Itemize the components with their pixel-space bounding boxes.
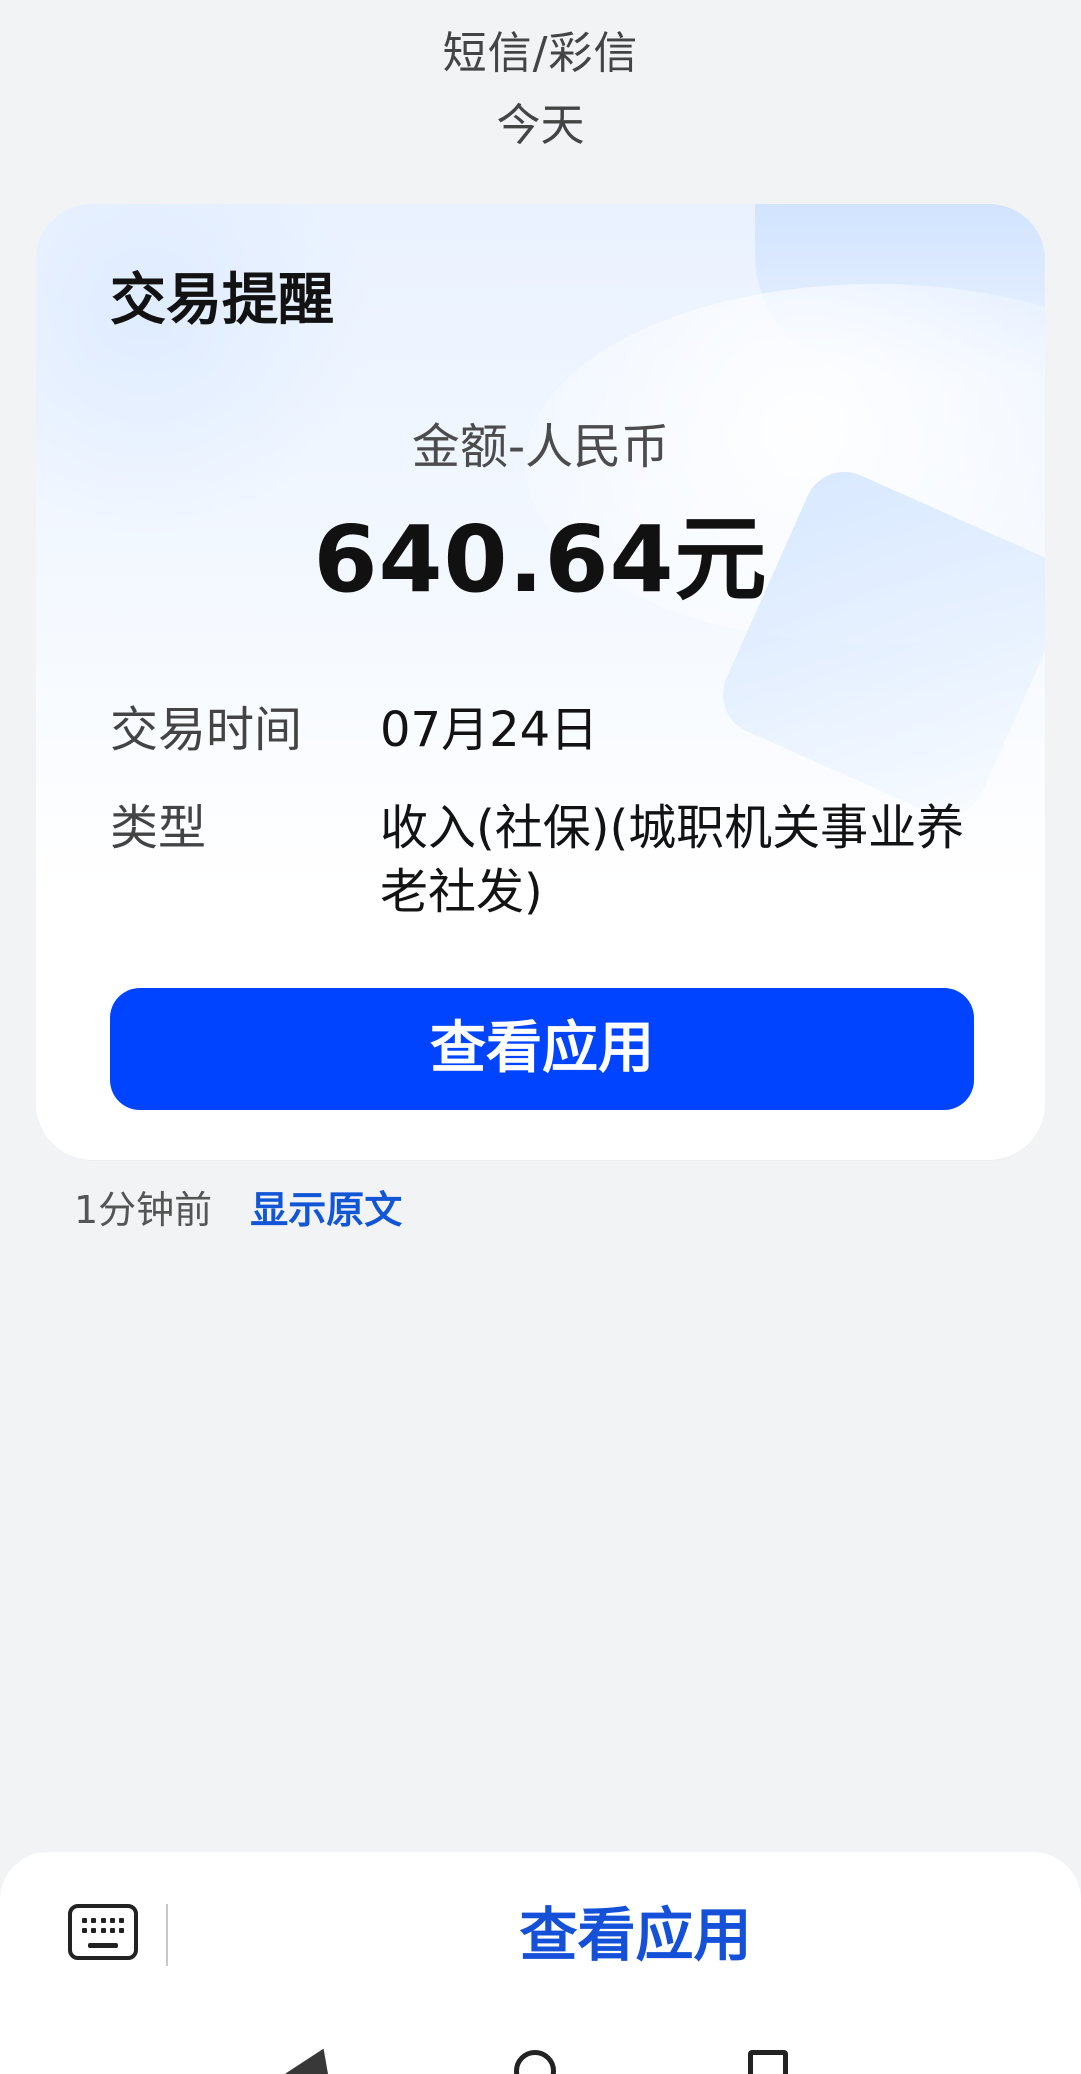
- view-app-button[interactable]: 查看应用: [110, 988, 974, 1110]
- amount-value: 640.64元: [313, 506, 768, 613]
- keyboard-spacebar: [88, 1943, 118, 1948]
- transaction-time-value: 07月24日: [380, 702, 599, 758]
- card-background-shape: [755, 204, 1045, 374]
- message-type-title: 短信/彩信: [442, 28, 639, 79]
- message-date: 今天: [496, 100, 585, 151]
- keyboard-icon[interactable]: [68, 1904, 138, 1960]
- transaction-time-label: 交易时间: [110, 702, 303, 758]
- keyboard-keys-row: [82, 1928, 124, 1933]
- amount-label: 金额-人民币: [411, 419, 670, 475]
- recent-apps-icon[interactable]: [748, 2050, 788, 2074]
- message-meta: 1分钟前 显示原文: [74, 1180, 402, 1240]
- bottom-view-app-button[interactable]: 查看应用: [190, 1896, 1081, 1974]
- transaction-time-row: 交易时间 07月24日: [110, 698, 971, 762]
- transaction-card: 交易提醒 金额-人民币 640.64元 交易时间 07月24日 类型 收入(社保…: [36, 204, 1045, 1160]
- bottom-divider: [166, 1904, 168, 1966]
- transaction-card-title: 交易提醒: [110, 268, 334, 333]
- show-original-link[interactable]: 显示原文: [250, 1180, 402, 1240]
- home-icon[interactable]: [514, 2050, 556, 2074]
- bottom-action-bar: 查看应用: [0, 1852, 1081, 2074]
- transaction-type-label: 类型: [110, 800, 207, 856]
- transaction-type-row: 类型 收入(社保)(城职机关事业养老社发): [110, 796, 971, 924]
- message-time: 1分钟前: [74, 1188, 213, 1232]
- card-background-glow: [36, 204, 376, 544]
- back-icon[interactable]: [282, 2048, 330, 2074]
- message-header: 短信/彩信 今天: [0, 14, 1081, 166]
- transaction-type-value: 收入(社保)(城职机关事业养老社发): [380, 800, 965, 920]
- system-navigation-bar: [0, 2046, 1081, 2074]
- keyboard-keys-row: [82, 1918, 124, 1923]
